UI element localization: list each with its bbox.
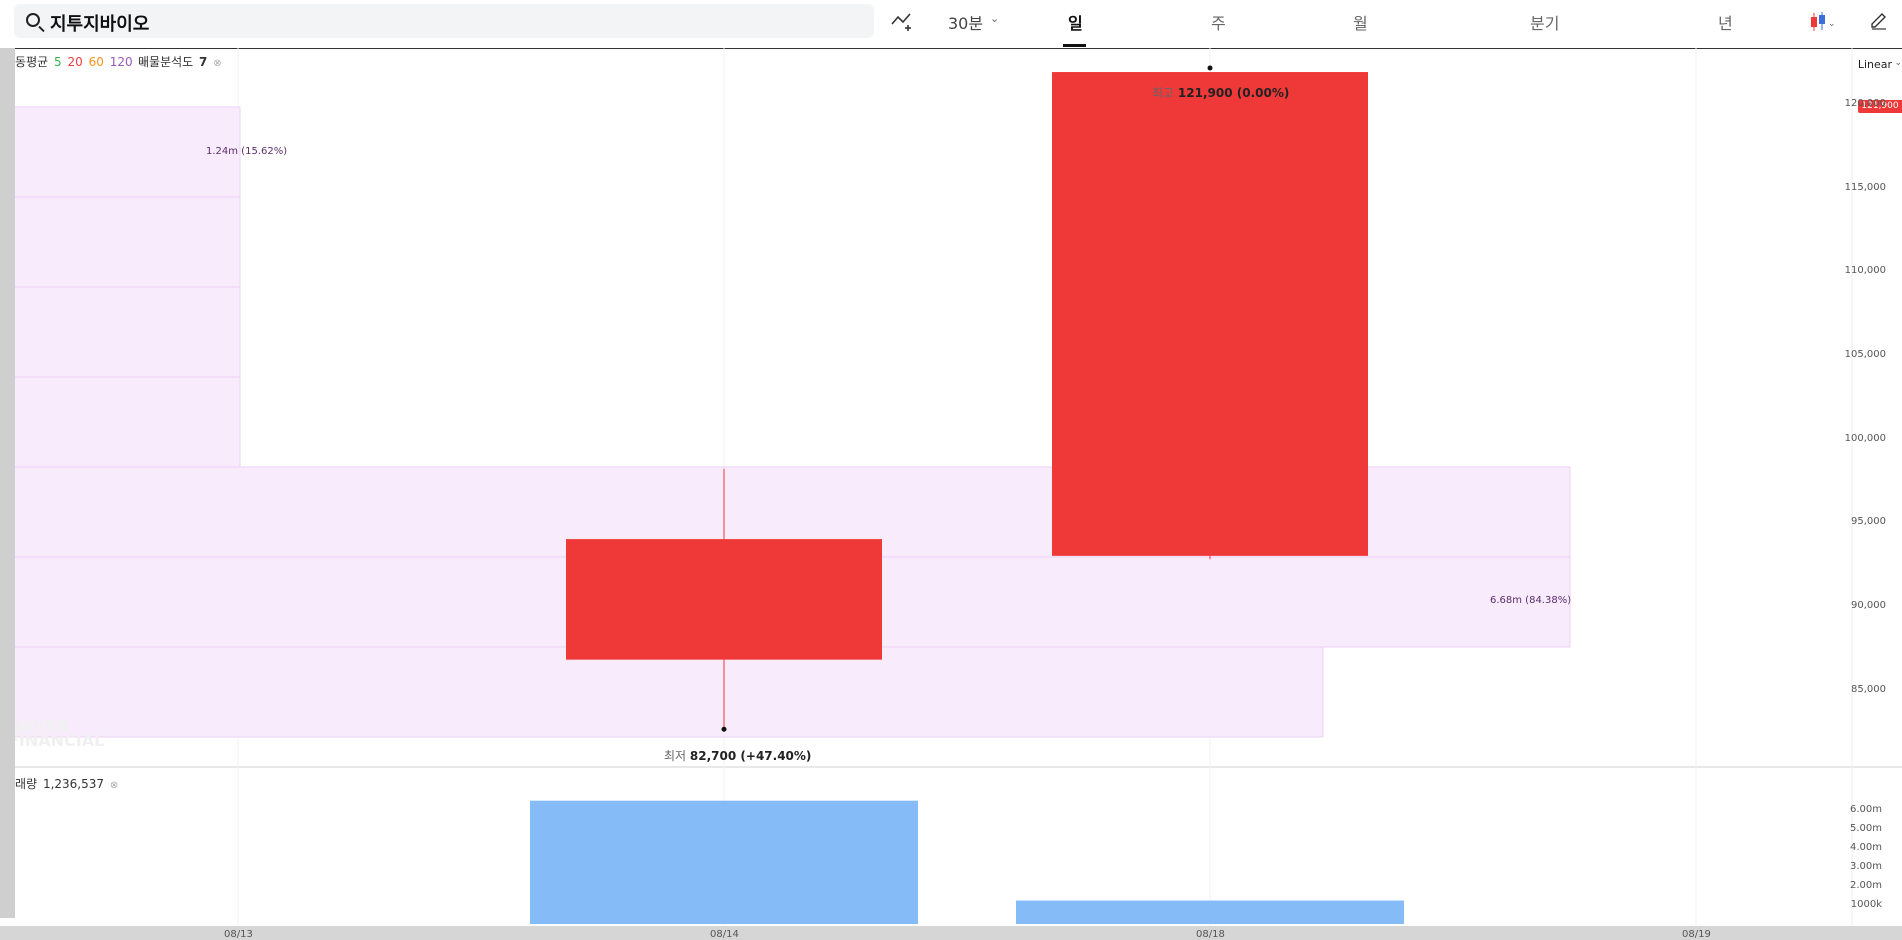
low-value: 82,700 (+47.40%) xyxy=(689,749,812,763)
vp-mid-label: 6.68m (84.38%) xyxy=(1490,595,1572,606)
volume-legend: 거래량 1,236,537 ⊗ xyxy=(4,775,120,792)
candlestick-icon[interactable]: ⌄ xyxy=(1808,10,1838,34)
vp-top-label: 1.24m (15.62%) xyxy=(206,146,288,157)
candle-body xyxy=(1052,72,1368,556)
high-marker xyxy=(1207,65,1213,71)
volume-tick-label: 3.00m xyxy=(1849,861,1882,873)
search-input[interactable]: 지투지바이오 xyxy=(50,10,149,36)
search-box[interactable]: 지투지바이오 xyxy=(14,4,874,38)
date-tick-label: 08/18 xyxy=(1196,929,1225,940)
volume-tick-label: 2.00m xyxy=(1849,880,1882,892)
price-tick-label: 95,000 xyxy=(1851,516,1886,528)
price-tick-label: 100,000 xyxy=(1844,432,1886,444)
price-tick-label: 85,000 xyxy=(1851,683,1886,695)
high-annotation: 최고 121,900 (0.00%) xyxy=(1152,84,1289,101)
volume-tick-label: 5.00m xyxy=(1849,823,1882,835)
interval-select[interactable]: 30분 xyxy=(948,10,983,34)
high-value: 121,900 (0.00%) xyxy=(1177,86,1290,100)
toolbar: 지투지바이오 30분 ⌄ 일 주 월 분기 년 ⌄ xyxy=(0,0,1902,49)
low-label: 최저 xyxy=(664,749,687,763)
active-tab-indicator xyxy=(1063,44,1086,47)
low-annotation: 최저 82,700 (+47.40%) xyxy=(664,747,811,764)
low-marker xyxy=(721,726,727,732)
volume-tick-label: 1000k xyxy=(1850,899,1882,911)
price-chart[interactable] xyxy=(0,48,1902,926)
left-scroll-gutter[interactable] xyxy=(0,48,15,918)
date-axis-strip xyxy=(0,926,1902,940)
tab-month[interactable]: 월 xyxy=(1353,10,1368,34)
price-tick-label: 110,000 xyxy=(1844,265,1886,277)
price-tick-label: 115,000 xyxy=(1844,181,1886,193)
trend-add-icon[interactable] xyxy=(890,10,916,32)
volume-tick-label: 4.00m xyxy=(1849,842,1882,854)
tab-year[interactable]: 년 xyxy=(1718,10,1733,34)
price-tick-label: 90,000 xyxy=(1851,600,1886,612)
date-tick-label: 08/14 xyxy=(710,929,739,940)
volume-bar xyxy=(530,800,918,924)
volume-bar xyxy=(1016,900,1404,924)
watermark-line-2: FINANCIAL xyxy=(8,731,105,750)
chart-window: 지투지바이오 30분 ⌄ 일 주 월 분기 년 ⌄ 이동평균 5 20 60 1… xyxy=(0,0,1902,940)
volume-value: 1,236,537 xyxy=(42,777,105,791)
price-tick-label: 105,000 xyxy=(1844,348,1886,360)
close-icon[interactable]: ⊗ xyxy=(110,780,118,791)
price-tick-label: 120,000 xyxy=(1844,97,1886,109)
tab-quarter[interactable]: 분기 xyxy=(1530,10,1559,34)
tab-day[interactable]: 일 xyxy=(1068,10,1083,34)
svg-text:⌄: ⌄ xyxy=(1828,19,1836,29)
volume-profile-bar xyxy=(0,646,1324,738)
high-label: 최고 xyxy=(1152,86,1175,100)
search-icon[interactable] xyxy=(26,13,40,27)
tab-week[interactable]: 주 xyxy=(1211,10,1226,34)
volume-tick-label: 6.00m xyxy=(1849,804,1882,816)
date-tick-label: 08/19 xyxy=(1682,929,1711,940)
date-tick-label: 08/13 xyxy=(224,929,253,940)
chevron-down-icon[interactable]: ⌄ xyxy=(990,12,999,25)
candle-body xyxy=(566,539,882,660)
pencil-icon[interactable] xyxy=(1868,10,1890,32)
watermark-logo: NAVER FINANCIAL xyxy=(8,719,105,750)
